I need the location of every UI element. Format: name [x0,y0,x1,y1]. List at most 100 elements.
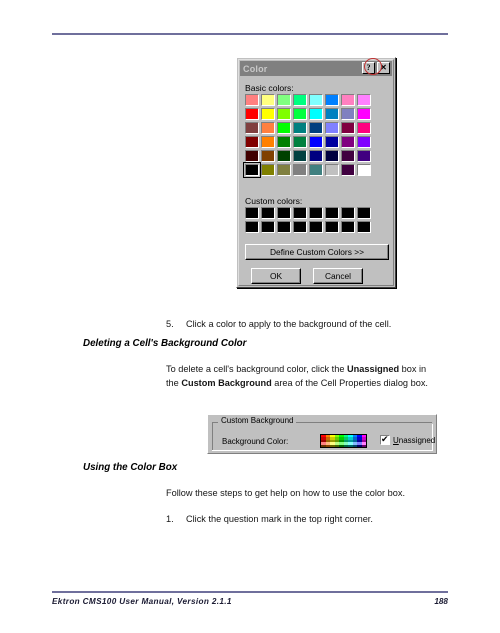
mini-palette-cell [361,444,366,447]
step-5-number: 5. [166,319,174,329]
custom-color-swatch[interactable] [309,207,323,219]
basic-color-swatch[interactable] [341,122,355,134]
basic-color-swatch[interactable] [357,136,371,148]
basic-color-swatch[interactable] [309,136,323,148]
page-footer-rule [52,591,448,593]
basic-color-swatch[interactable] [341,94,355,106]
titlebar-buttons: ? ✕ [362,62,390,74]
basic-color-swatch[interactable] [277,164,291,176]
basic-color-swatch[interactable] [309,150,323,162]
basic-color-swatch[interactable] [325,122,339,134]
basic-color-swatch[interactable] [245,136,259,148]
unassigned-checkbox-label: Unassigned [393,436,435,445]
basic-color-swatch[interactable] [325,94,339,106]
basic-color-swatch[interactable] [309,122,323,134]
basic-color-swatch[interactable] [341,164,355,176]
custom-colors-grid[interactable] [245,207,371,233]
dialog-title: Color [243,63,268,74]
basic-color-swatch[interactable] [261,122,275,134]
footer-manual-title: Ektron CMS100 User Manual, Version 2.1.1 [52,597,232,606]
heading-using-the-color-box: Using the Color Box [83,462,178,473]
step-5-text: Click a color to apply to the background… [186,319,392,329]
basic-color-swatch[interactable] [357,94,371,106]
basic-color-swatch[interactable] [245,122,259,134]
basic-color-swatch[interactable] [261,164,275,176]
basic-color-swatch[interactable] [309,164,323,176]
step-5: 5. Click a color to apply to the backgro… [166,318,391,331]
basic-color-swatch[interactable] [309,94,323,106]
basic-color-swatch[interactable] [245,108,259,120]
custom-color-swatch[interactable] [293,221,307,233]
basic-color-swatch[interactable] [293,108,307,120]
para-delete-c: box in [399,364,427,374]
heading-deleting-background-color: Deleting a Cell's Background Color [83,338,247,349]
custom-color-swatch[interactable] [245,221,259,233]
page-top-rule [52,33,448,35]
ok-button[interactable]: OK [251,268,301,284]
basic-color-swatch[interactable] [325,164,339,176]
basic-color-swatch[interactable] [341,150,355,162]
basic-colors-grid[interactable] [243,94,371,178]
dialog-titlebar[interactable]: Color ? ✕ [240,61,392,76]
basic-color-swatch[interactable] [293,122,307,134]
para-delete-bold-unassigned: Unassigned [347,364,400,374]
close-icon[interactable]: ✕ [377,62,390,74]
basic-color-swatch[interactable] [293,136,307,148]
basic-color-swatch[interactable] [357,108,371,120]
basic-color-swatch[interactable] [357,122,371,134]
custom-color-swatch[interactable] [309,221,323,233]
basic-color-swatch[interactable] [357,164,371,176]
custom-color-swatch[interactable] [325,207,339,219]
help-icon[interactable]: ? [362,62,375,74]
basic-color-swatch[interactable] [277,94,291,106]
basic-color-swatch[interactable] [341,108,355,120]
custom-color-swatch[interactable] [341,207,355,219]
basic-color-swatch[interactable] [277,136,291,148]
custom-colors-label: Custom colors: [245,196,303,206]
para-delete-e: area of the Cell Properties dialog box. [271,378,428,388]
custom-color-swatch[interactable] [261,207,275,219]
basic-color-swatch[interactable] [261,136,275,148]
custom-color-swatch[interactable] [293,207,307,219]
step-1-number: 1. [166,514,174,524]
custom-color-swatch[interactable] [245,207,259,219]
basic-color-swatch[interactable] [245,94,259,106]
custom-color-swatch[interactable] [325,221,339,233]
unassigned-checkbox[interactable] [380,434,390,445]
basic-color-swatch[interactable] [357,150,371,162]
manual-page: Color ? ✕ Basic colors: Custom colors: D… [0,0,500,633]
basic-color-swatch[interactable] [325,108,339,120]
basic-color-swatch[interactable] [261,94,275,106]
custom-color-swatch[interactable] [357,221,371,233]
basic-color-swatch[interactable] [243,162,261,178]
unassigned-checkbox-row[interactable]: Unassigned [380,434,435,445]
basic-color-swatch[interactable] [261,150,275,162]
custom-color-swatch[interactable] [357,207,371,219]
custom-color-swatch[interactable] [261,221,275,233]
custom-color-swatch[interactable] [341,221,355,233]
basic-color-swatch[interactable] [277,108,291,120]
basic-color-swatch[interactable] [293,164,307,176]
basic-color-swatch[interactable] [277,150,291,162]
basic-color-swatch[interactable] [293,150,307,162]
basic-color-swatch[interactable] [261,108,275,120]
basic-color-swatch[interactable] [325,136,339,148]
cancel-button[interactable]: Cancel [313,268,363,284]
para-delete-bold-custom-background: Custom Background [181,378,272,388]
basic-color-swatch[interactable] [325,150,339,162]
para-delete-a: To delete a cell's background color, cli… [166,364,348,374]
paragraph-follow-steps: Follow these steps to get help on how to… [166,488,406,498]
basic-color-swatch[interactable] [309,108,323,120]
basic-color-swatch[interactable] [293,94,307,106]
basic-color-swatch[interactable] [341,136,355,148]
custom-background-dialog: Custom Background Background Color: Unas… [207,414,437,454]
custom-color-swatch[interactable] [277,207,291,219]
footer-page-number: 188 [434,597,448,606]
custom-color-swatch[interactable] [277,221,291,233]
background-color-label: Background Color: [222,437,289,446]
define-custom-colors-button[interactable]: Define Custom Colors >> [245,244,389,260]
paragraph-delete-instructions: To delete a cell's background color, cli… [166,362,466,390]
basic-color-swatch[interactable] [245,150,259,162]
background-color-picker-swatch[interactable] [320,434,367,448]
basic-color-swatch[interactable] [277,122,291,134]
